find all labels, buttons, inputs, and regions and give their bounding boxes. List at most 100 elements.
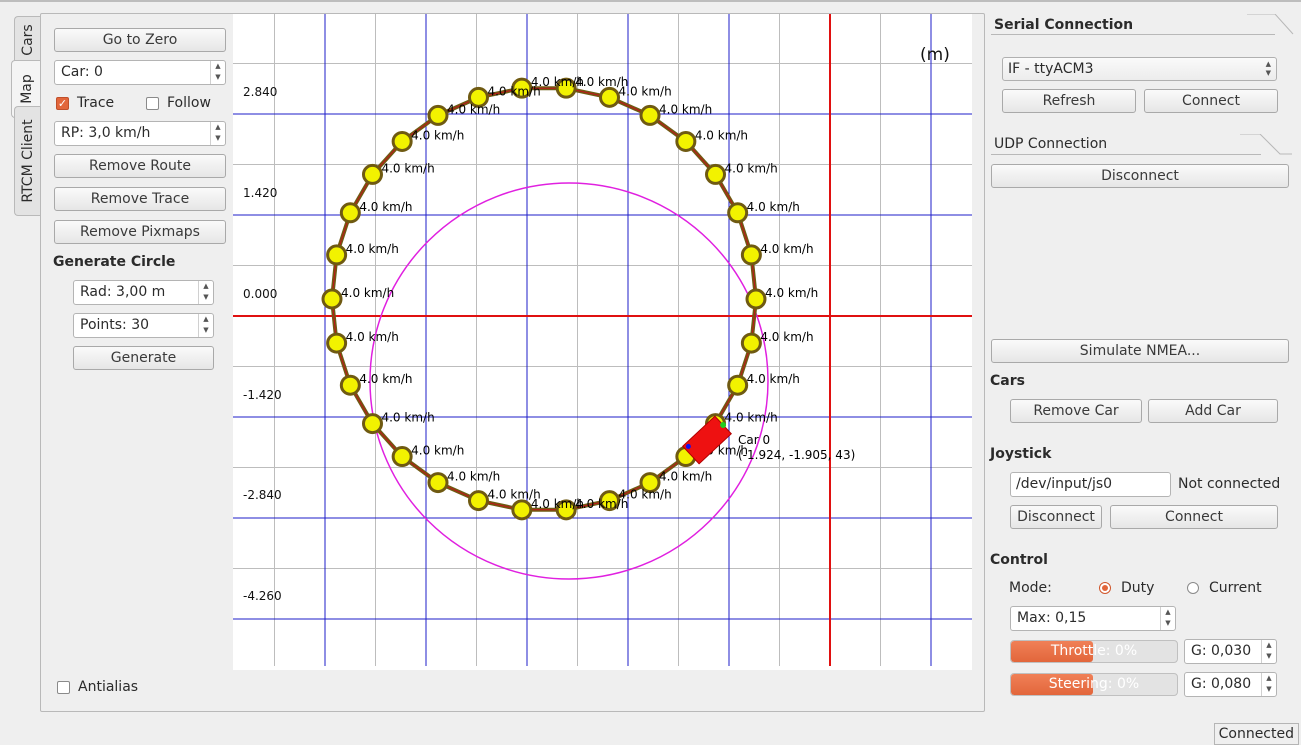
connection-status: Connected	[1213, 723, 1299, 745]
route-point-label: 4.0 km/h	[725, 161, 778, 175]
remove-car-button[interactable]: Remove Car	[1010, 399, 1142, 423]
route-point-label: 4.0 km/h	[346, 242, 399, 256]
joystick-disconnect-button[interactable]: Disconnect	[1010, 505, 1102, 529]
route-point	[339, 202, 361, 224]
route-point-label: 4.0 km/h	[659, 102, 712, 116]
map-view[interactable]: 8.520-7.100-5.680-4.260-2.840-1.4200.000…	[233, 14, 972, 670]
remove-trace-button[interactable]: Remove Trace	[54, 187, 226, 211]
route-point	[675, 130, 697, 152]
route-point-label: 4.0 km/h	[341, 286, 394, 300]
serial-connect-button[interactable]: Connect	[1144, 89, 1278, 113]
map-canvas[interactable]: 8.520-7.100-5.680-4.260-2.840-1.4200.000…	[233, 14, 972, 670]
throttle-progress-bar: Throttle: 0%	[1010, 640, 1178, 663]
remove-route-button[interactable]: Remove Route	[54, 154, 226, 178]
route-point-label: 4.0 km/h	[695, 128, 748, 142]
route-point-label: 4.0 km/h	[619, 84, 672, 98]
route-point-label: 4.0 km/h	[659, 470, 712, 484]
simulate-nmea-button[interactable]: Simulate NMEA...	[991, 339, 1289, 363]
y-tick-label: -1.420	[243, 388, 282, 402]
y-tick-label: 1.420	[243, 186, 277, 200]
points-spinbox[interactable]: Points: 30 ▲ ▼	[73, 313, 214, 338]
serial-connection-title: Serial Connection	[994, 17, 1134, 33]
route-point	[639, 104, 661, 126]
route-point-label: 4.0 km/h	[447, 102, 500, 116]
spin-arrows-icon[interactable]: ▲ ▼	[210, 122, 225, 145]
route-point-label: 4.0 km/h	[381, 161, 434, 175]
route-point	[740, 332, 762, 354]
serial-port-select[interactable]: IF - ttyACM3 ▲ ▼	[1002, 57, 1277, 81]
route-point	[511, 499, 533, 521]
spin-arrows-icon[interactable]: ▲ ▼	[198, 314, 213, 337]
current-radio[interactable]: Current	[1187, 580, 1262, 596]
route-point-label: 4.0 km/h	[747, 200, 800, 214]
steering-gain-value: G: 0,080	[1191, 676, 1252, 692]
tab-cars[interactable]: Cars	[14, 16, 40, 64]
route-point	[599, 86, 621, 108]
trace-checkbox[interactable]: ✓ Trace	[56, 95, 114, 111]
steering-gain-spinbox[interactable]: G: 0,080 ▲ ▼	[1184, 672, 1277, 697]
route-point-label: 4.0 km/h	[487, 488, 540, 502]
route-point-label: 4.0 km/h	[346, 330, 399, 344]
duty-radio[interactable]: Duty	[1099, 580, 1154, 596]
radius-spinbox[interactable]: Rad: 3,00 m ▲ ▼	[73, 280, 214, 305]
y-tick-label: 0.000	[243, 287, 277, 301]
follow-checkbox[interactable]: Follow	[146, 95, 211, 111]
spin-arrows-icon[interactable]: ▲ ▼	[1261, 640, 1276, 663]
route-point-label: 4.0 km/h	[359, 200, 412, 214]
steering-progress-bar: Steering: 0%	[1010, 673, 1178, 696]
route-point	[727, 374, 749, 396]
route-point-label: 4.0 km/h	[411, 444, 464, 458]
car-select-value: Car: 0	[61, 64, 103, 80]
throttle-gain-spinbox[interactable]: G: 0,030 ▲ ▼	[1184, 639, 1277, 664]
udp-disconnect-button[interactable]: Disconnect	[991, 164, 1289, 188]
radio-unselected-icon	[1187, 582, 1199, 594]
car-name-label: Car 0	[738, 433, 770, 447]
points-value: Points: 30	[80, 317, 150, 333]
joystick-device-input[interactable]: /dev/input/js0	[1010, 472, 1171, 497]
generate-button[interactable]: Generate	[73, 346, 214, 370]
y-tick-label: -4.260	[243, 589, 282, 603]
route-point	[427, 472, 449, 494]
rp-speed-spinbox[interactable]: RP: 3,0 km/h ▲ ▼	[54, 121, 226, 146]
add-car-button[interactable]: Add Car	[1148, 399, 1278, 423]
car-pose-label: (-1.924, -1.905, 43)	[738, 448, 855, 462]
route-point	[326, 332, 348, 354]
go-to-zero-button[interactable]: Go to Zero	[54, 28, 226, 52]
tab-rtcm-client[interactable]: RTCM Client	[14, 106, 40, 216]
generate-circle-title: Generate Circle	[53, 254, 176, 270]
refresh-button[interactable]: Refresh	[1002, 89, 1136, 113]
spin-arrows-icon[interactable]: ▲ ▼	[1261, 673, 1276, 696]
route-point	[391, 130, 413, 152]
y-tick-label: 2.840	[243, 85, 277, 99]
route-point	[727, 202, 749, 224]
route-point	[745, 288, 767, 310]
remove-pixmaps-button[interactable]: Remove Pixmaps	[54, 220, 226, 244]
route-point	[361, 163, 383, 185]
route-point-label: 4.0 km/h	[447, 470, 500, 484]
spin-arrows-icon[interactable]: ▲ ▼	[198, 281, 213, 304]
combo-arrows-icon: ▲ ▼	[1265, 60, 1271, 77]
max-spinbox[interactable]: Max: 0,15 ▲ ▼	[1010, 606, 1176, 631]
checkbox-unchecked-icon	[146, 96, 159, 110]
max-value: Max: 0,15	[1017, 610, 1087, 626]
spin-arrows-icon[interactable]: ▲ ▼	[1160, 607, 1175, 630]
route-point	[740, 244, 762, 266]
mode-label: Mode:	[1009, 580, 1052, 596]
car-select-spinbox[interactable]: Car: 0 ▲ ▼	[54, 60, 226, 85]
route-point-label: 4.0 km/h	[760, 242, 813, 256]
udp-connection-title: UDP Connection	[994, 136, 1108, 152]
route-point-label: 4.0 km/h	[725, 411, 778, 425]
joystick-connect-button[interactable]: Connect	[1110, 505, 1278, 529]
radio-selected-icon	[1099, 582, 1111, 594]
radius-value: Rad: 3,00 m	[80, 284, 166, 300]
cars-section-title: Cars	[990, 373, 1025, 389]
checkbox-unchecked-icon	[57, 680, 70, 694]
route-point	[339, 374, 361, 396]
antialias-checkbox[interactable]: Antialias	[57, 679, 138, 695]
route-point-label: 4.0 km/h	[359, 372, 412, 386]
steering-text: Steering: 0%	[1048, 676, 1140, 692]
spin-arrows-icon[interactable]: ▲ ▼	[210, 61, 225, 84]
route-point-label: 4.0 km/h	[765, 286, 818, 300]
route-point	[391, 446, 413, 468]
map-unit-label: (m)	[920, 45, 950, 65]
